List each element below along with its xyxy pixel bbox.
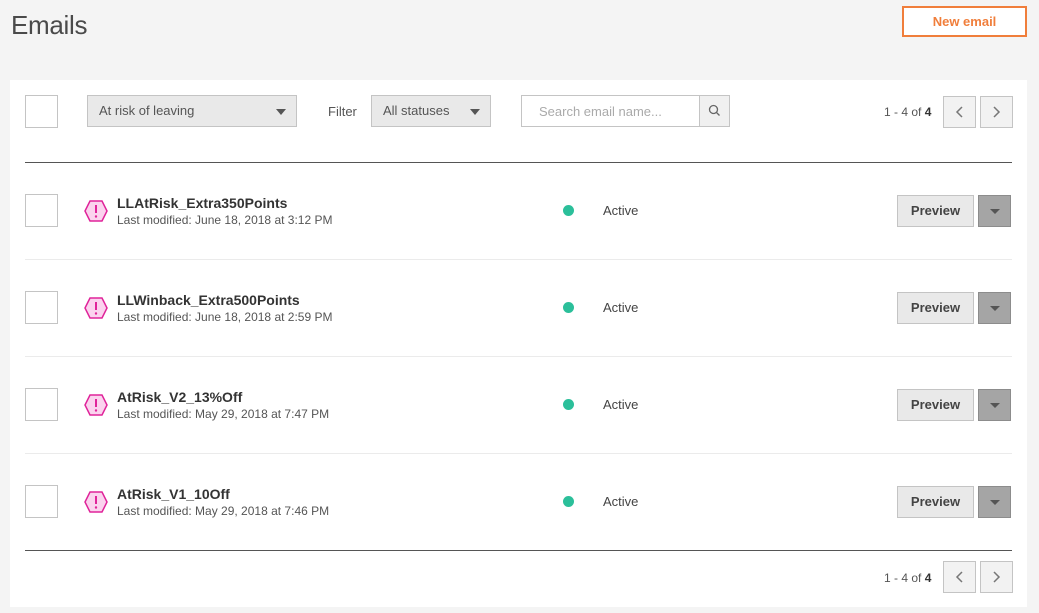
email-last-modified: Last modified: June 18, 2018 at 2:59 PM xyxy=(117,310,333,324)
list-bottom-divider xyxy=(25,550,1012,551)
chevron-left-icon xyxy=(955,106,963,118)
status-label: Active xyxy=(603,494,639,509)
status-label: Active xyxy=(603,300,639,315)
row-checkbox[interactable] xyxy=(25,194,58,227)
warning-icon xyxy=(84,491,108,513)
status-dot xyxy=(563,496,574,507)
preview-button[interactable]: Preview xyxy=(897,292,974,324)
chevron-left-icon xyxy=(955,571,963,583)
status-label: Active xyxy=(603,397,639,412)
row-checkbox[interactable] xyxy=(25,485,58,518)
new-email-button[interactable]: New email xyxy=(902,6,1027,37)
status-dot xyxy=(563,399,574,410)
preview-button[interactable]: Preview xyxy=(897,389,974,421)
segment-dropdown-value: At risk of leaving xyxy=(99,103,195,118)
row-actions-dropdown[interactable] xyxy=(978,389,1011,421)
email-last-modified: Last modified: May 29, 2018 at 7:47 PM xyxy=(117,407,330,421)
warning-icon xyxy=(84,200,108,222)
chevron-right-icon xyxy=(993,571,1001,583)
prev-page-button[interactable] xyxy=(943,96,976,128)
chevron-right-icon xyxy=(993,106,1001,118)
row-actions-dropdown[interactable] xyxy=(978,195,1011,227)
email-row: LLAtRisk_Extra350Points Last modified: J… xyxy=(10,163,1027,260)
chevron-down-icon xyxy=(990,403,1000,408)
email-name[interactable]: AtRisk_V2_13%Off xyxy=(117,389,242,405)
search-box xyxy=(521,95,730,127)
status-filter-dropdown[interactable]: All statuses xyxy=(371,95,491,127)
search-input[interactable] xyxy=(522,96,700,126)
email-list-panel: At risk of leaving Filter All statuses 1… xyxy=(10,80,1027,607)
email-row: LLWinback_Extra500Points Last modified: … xyxy=(10,260,1027,357)
chevron-down-icon xyxy=(990,306,1000,311)
row-checkbox[interactable] xyxy=(25,291,58,324)
status-filter-value: All statuses xyxy=(383,103,450,118)
row-checkbox[interactable] xyxy=(25,388,58,421)
row-actions-dropdown[interactable] xyxy=(978,292,1011,324)
search-icon xyxy=(708,104,720,116)
chevron-down-icon xyxy=(276,109,286,115)
next-page-button-bottom[interactable] xyxy=(980,561,1013,593)
preview-button[interactable]: Preview xyxy=(897,486,974,518)
email-row: AtRisk_V1_10Off Last modified: May 29, 2… xyxy=(10,454,1027,551)
chevron-down-icon xyxy=(990,209,1000,214)
search-button[interactable] xyxy=(699,96,729,126)
filter-label: Filter xyxy=(328,104,357,119)
status-label: Active xyxy=(603,203,639,218)
segment-dropdown[interactable]: At risk of leaving xyxy=(87,95,297,127)
chevron-down-icon xyxy=(990,500,1000,505)
pagination-summary-bottom: 1 - 4 of 4 xyxy=(884,571,932,585)
email-row: AtRisk_V2_13%Off Last modified: May 29, … xyxy=(10,357,1027,454)
next-page-button[interactable] xyxy=(980,96,1013,128)
email-name[interactable]: LLWinback_Extra500Points xyxy=(117,292,300,308)
pagination-summary-top: 1 - 4 of 4 xyxy=(884,105,932,119)
email-name[interactable]: LLAtRisk_Extra350Points xyxy=(117,195,287,211)
page-title: Emails xyxy=(11,10,88,40)
status-dot xyxy=(563,302,574,313)
prev-page-button-bottom[interactable] xyxy=(943,561,976,593)
email-name[interactable]: AtRisk_V1_10Off xyxy=(117,486,230,502)
select-all-checkbox[interactable] xyxy=(25,95,58,128)
warning-icon xyxy=(84,394,108,416)
row-actions-dropdown[interactable] xyxy=(978,486,1011,518)
warning-icon xyxy=(84,297,108,319)
email-last-modified: Last modified: May 29, 2018 at 7:46 PM xyxy=(117,504,330,518)
email-last-modified: Last modified: June 18, 2018 at 3:12 PM xyxy=(117,213,333,227)
status-dot xyxy=(563,205,574,216)
chevron-down-icon xyxy=(470,109,480,115)
preview-button[interactable]: Preview xyxy=(897,195,974,227)
